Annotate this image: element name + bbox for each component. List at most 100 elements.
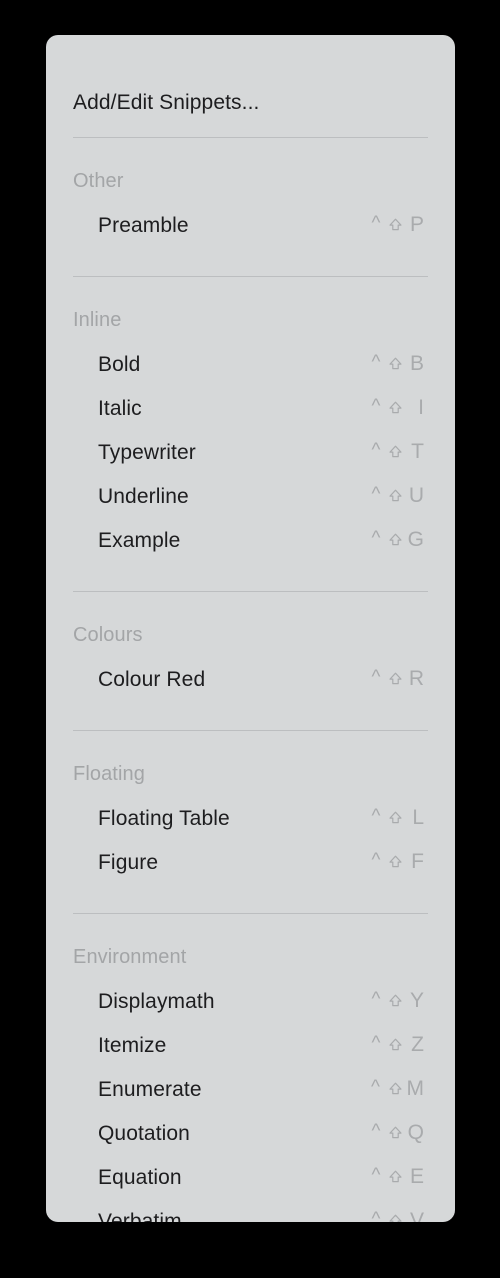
menu-item-equation[interactable]: Equation ^ E [46,1166,455,1202]
control-caret-icon: ^ [371,667,381,688]
shortcut-key: F [411,850,424,873]
shift-arrow-icon [386,1081,405,1096]
shortcut-key: I [418,396,424,419]
shift-arrow-icon [386,1037,405,1052]
menu-item-shortcut: ^ R [368,668,424,689]
menu-item-shortcut: ^ E [368,1166,424,1187]
menu-item-typewriter[interactable]: Typewriter ^ T [46,441,455,477]
menu-item-label: Italic [98,397,142,420]
section-header-colours: Colours [73,624,143,646]
shortcut-key: M [406,1077,425,1100]
shortcut-key: B [409,352,424,375]
menu-separator [73,137,428,138]
control-caret-icon: ^ [371,213,381,234]
menu-item-bold[interactable]: Bold ^ B [46,353,455,389]
shift-arrow-icon [386,854,405,869]
menu-item-shortcut: ^ V [368,1210,424,1222]
menu-item-shortcut: ^ I [368,397,424,418]
control-caret-icon: ^ [371,850,381,871]
shift-arrow-icon [386,810,405,825]
shift-arrow-icon [386,1169,405,1184]
menu-item-label: Equation [98,1166,182,1189]
menu-item-label: Preamble [98,214,189,237]
menu-item-label: Underline [98,485,189,508]
shift-arrow-icon [386,488,405,503]
shortcut-key: L [412,806,424,829]
shift-arrow-icon [386,217,405,232]
menu-item-label: Bold [98,353,141,376]
control-caret-icon: ^ [371,396,381,417]
menu-item-colour-red[interactable]: Colour Red ^ R [46,668,455,704]
menu-separator [73,730,428,731]
menu-item-shortcut: ^ T [368,441,424,462]
menu-item-shortcut: ^ P [368,214,424,235]
menu-title-add-edit-snippets[interactable]: Add/Edit Snippets... [73,91,259,115]
shift-arrow-icon [386,1213,405,1222]
shortcut-key: G [407,528,424,551]
menu-item-verbatim[interactable]: Verbatim ^ V [46,1210,455,1222]
menu-item-label: Displaymath [98,990,215,1013]
menu-item-shortcut: ^ B [368,353,424,374]
menu-separator [73,913,428,914]
menu-item-label: Quotation [98,1122,190,1145]
shortcut-key: T [411,440,424,463]
shortcut-key: U [408,484,424,507]
menu-item-figure[interactable]: Figure ^ F [46,851,455,887]
section-header-other: Other [73,170,124,192]
menu-item-label: Colour Red [98,668,206,691]
shortcut-key: Z [411,1033,424,1056]
control-caret-icon: ^ [371,528,381,549]
control-caret-icon: ^ [371,484,381,505]
control-caret-icon: ^ [371,989,381,1010]
shortcut-key: E [409,1165,424,1188]
control-caret-icon: ^ [371,1033,381,1054]
control-caret-icon: ^ [371,806,381,827]
menu-item-shortcut: ^ F [368,851,424,872]
menu-item-shortcut: ^ L [368,807,424,828]
shortcut-key: Q [407,1121,424,1144]
shift-arrow-icon [386,671,405,686]
shift-arrow-icon [386,356,405,371]
menu-item-italic[interactable]: Italic ^ I [46,397,455,433]
menu-separator [73,276,428,277]
shift-arrow-icon [386,444,405,459]
menu-item-label: Example [98,529,181,552]
shortcut-key: V [409,1209,424,1222]
menu-item-quotation[interactable]: Quotation ^ Q [46,1122,455,1158]
menu-item-underline[interactable]: Underline ^ U [46,485,455,521]
control-caret-icon: ^ [371,352,381,373]
menu-item-label: Figure [98,851,159,874]
menu-item-itemize[interactable]: Itemize ^ Z [46,1034,455,1070]
shift-arrow-icon [386,1125,405,1140]
control-caret-icon: ^ [371,1121,381,1142]
menu-item-enumerate[interactable]: Enumerate ^ M [46,1078,455,1114]
shortcut-key: R [408,667,424,690]
section-header-inline: Inline [73,309,122,331]
menu-item-shortcut: ^ M [368,1077,425,1100]
menu-item-preamble[interactable]: Preamble ^ P [46,214,455,250]
control-caret-icon: ^ [371,1209,381,1222]
section-header-floating: Floating [73,763,145,785]
menu-item-shortcut: ^ Y [368,990,424,1011]
shift-arrow-icon [386,532,405,547]
control-caret-icon: ^ [371,1077,380,1098]
snippets-menu-panel: Add/Edit Snippets... Other Preamble ^ P Inli… [46,35,455,1222]
menu-item-example[interactable]: Example ^ G [46,529,455,565]
menu-item-label: Verbatim [98,1210,182,1222]
menu-item-label: Enumerate [98,1078,202,1101]
shortcut-key: Y [409,989,424,1012]
section-header-environment: Environment [73,946,187,968]
menu-item-shortcut: ^ U [368,485,424,506]
menu-separator [73,591,428,592]
menu-item-label: Itemize [98,1034,167,1057]
menu-item-floating-table[interactable]: Floating Table ^ L [46,807,455,843]
menu-item-shortcut: ^ Q [368,1122,424,1143]
shortcut-key: P [409,213,424,236]
menu-item-label: Floating Table [98,807,230,830]
menu-item-label: Typewriter [98,441,196,464]
control-caret-icon: ^ [371,1165,381,1186]
shift-arrow-icon [386,400,405,415]
menu-item-shortcut: ^ Z [368,1034,424,1055]
control-caret-icon: ^ [371,440,381,461]
menu-item-displaymath[interactable]: Displaymath ^ Y [46,990,455,1026]
